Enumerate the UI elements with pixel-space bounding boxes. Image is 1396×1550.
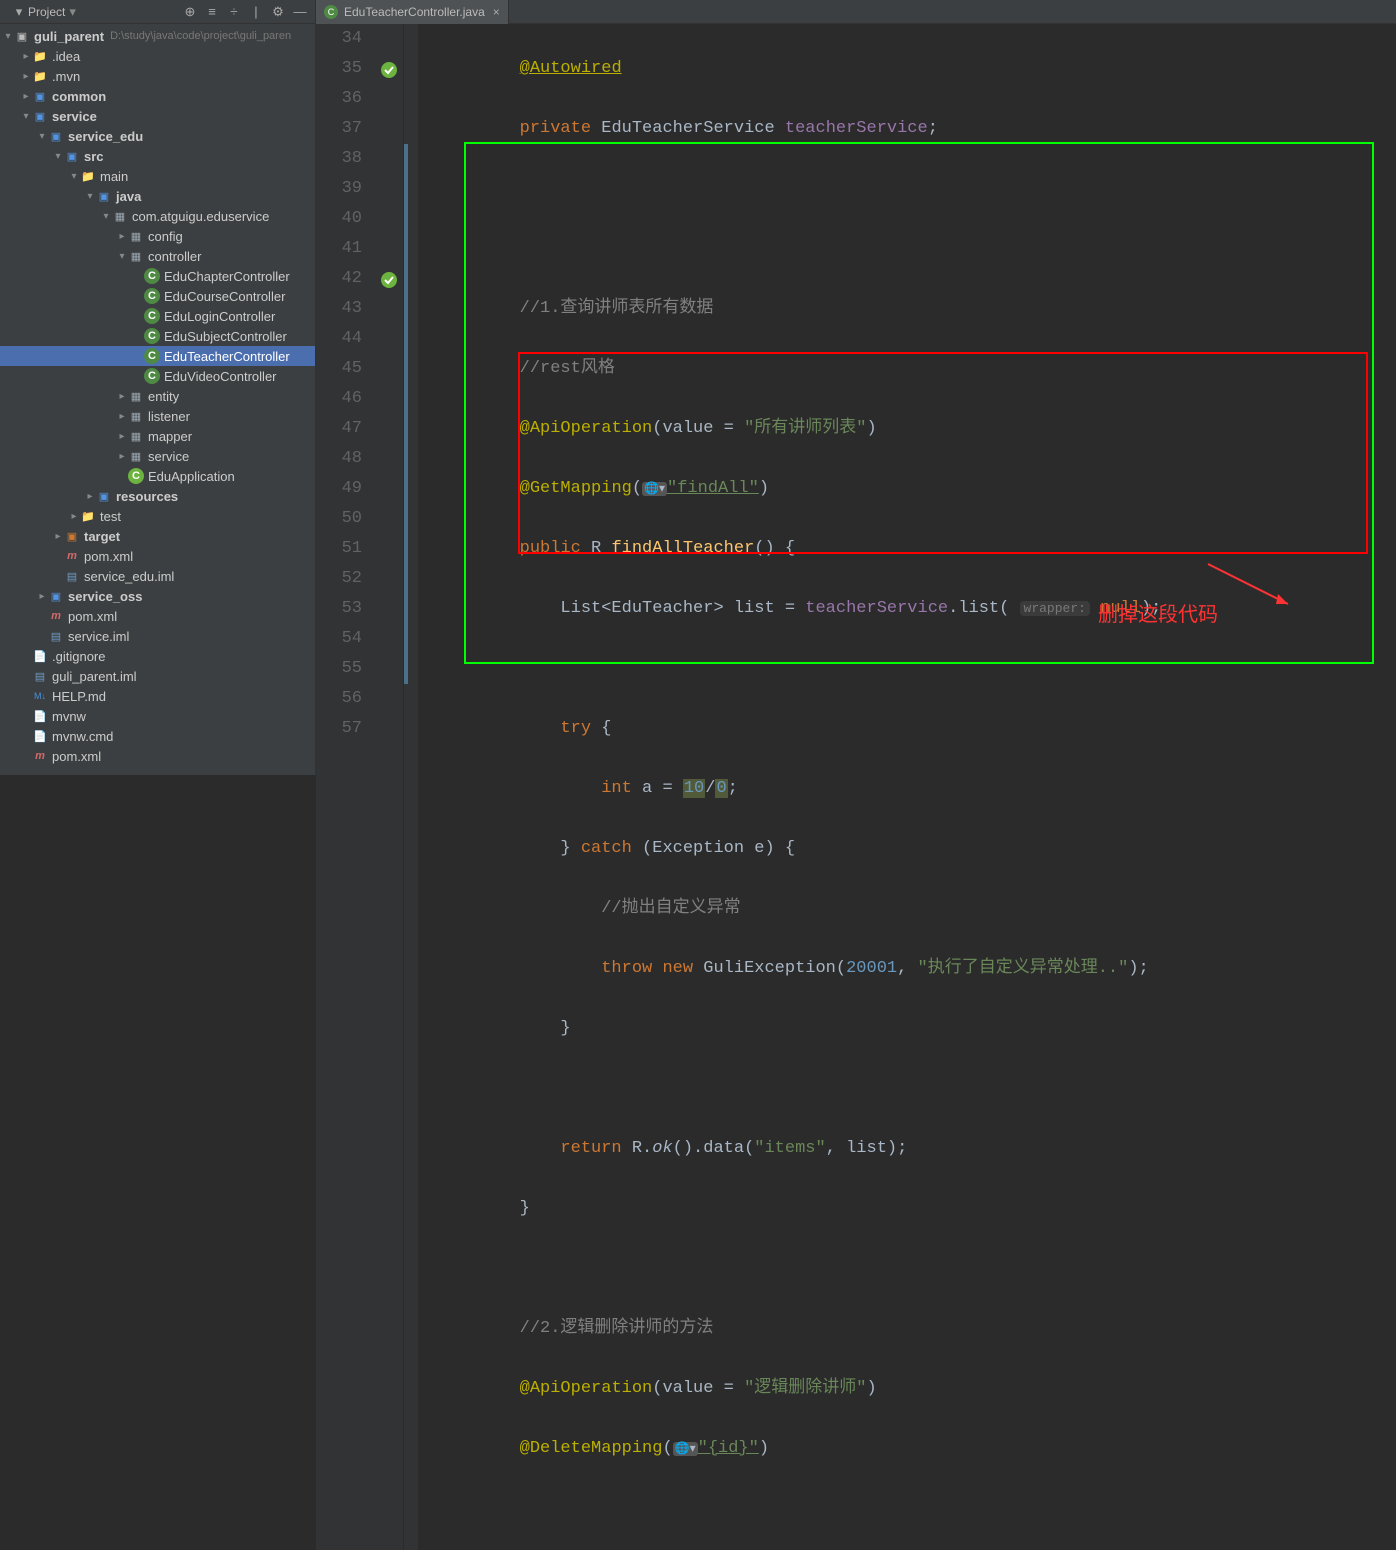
tree-item[interactable]: ▸▣target [0, 526, 315, 546]
globe-icon: 🌐▾ [642, 482, 667, 496]
tree-item[interactable]: ▸▦config [0, 226, 315, 246]
class-icon: C [324, 5, 338, 19]
tree-item[interactable]: CEduVideoController [0, 366, 315, 386]
tree-item[interactable]: 📄.gitignore [0, 646, 315, 666]
tree-item[interactable]: ▤service.iml [0, 626, 315, 646]
tree-item[interactable]: ▸▦listener [0, 406, 315, 426]
tree-item[interactable]: 📄mvnw.cmd [0, 726, 315, 746]
tree-item[interactable]: mpom.xml [0, 546, 315, 566]
fold-bar [404, 24, 418, 1550]
tree-item[interactable]: ▾▦controller [0, 246, 315, 266]
code-editor[interactable]: 3435363738394041424344454647484950515253… [316, 24, 1396, 1550]
green-highlight-box [464, 142, 1374, 664]
tree-item[interactable]: CEduLoginController [0, 306, 315, 326]
chevron-icon: ▾ [69, 4, 76, 20]
annotation-autowired: @Autowired [520, 59, 622, 78]
project-root[interactable]: ▾▣ guli_parent D:\study\java\code\projec… [0, 26, 315, 46]
vcs-marker [404, 144, 408, 684]
tree-item[interactable]: ▾▣src [0, 146, 315, 166]
file-tab[interactable]: C EduTeacherController.java × [316, 0, 509, 24]
tree-item[interactable]: mpom.xml [0, 606, 315, 626]
gear-icon[interactable]: ⚙ [269, 3, 287, 21]
tree-item[interactable]: ▾▣service [0, 106, 315, 126]
tab-label: EduTeacherController.java [344, 5, 485, 19]
target-icon[interactable]: ⊕ [181, 3, 199, 21]
tree-item[interactable]: ▸▣common [0, 86, 315, 106]
tree-item[interactable]: ▤guli_parent.iml [0, 666, 315, 686]
tree-item[interactable]: ▾📁main [0, 166, 315, 186]
editor-tabs: C EduTeacherController.java × [316, 0, 1396, 24]
tree-item[interactable]: CEduTeacherController [0, 346, 315, 366]
collapse-icon[interactable]: ≡ [203, 3, 221, 21]
spring-gutter-icon[interactable] [380, 61, 400, 81]
tree-item[interactable]: ▸▦mapper [0, 426, 315, 446]
tree-item[interactable]: ▾▣service_edu [0, 126, 315, 146]
tree-item[interactable]: ▾▦com.atguigu.eduservice [0, 206, 315, 226]
project-tree[interactable]: ▾▣ guli_parent D:\study\java\code\projec… [0, 24, 315, 775]
tree-item[interactable]: CEduSubjectController [0, 326, 315, 346]
root-path: D:\study\java\code\project\guli_paren [110, 30, 291, 42]
editor-area: C EduTeacherController.java × 3435363738… [316, 0, 1396, 775]
tree-item[interactable]: M↓HELP.md [0, 686, 315, 706]
gutter-marks [376, 24, 404, 1550]
tree-item[interactable]: CEduCourseController [0, 286, 315, 306]
tree-item[interactable]: ▸▣resources [0, 486, 315, 506]
project-arrow-icon[interactable]: ▾ [10, 3, 28, 21]
tree-item[interactable]: ▾▣java [0, 186, 315, 206]
line-gutter: 3435363738394041424344454647484950515253… [316, 24, 376, 1550]
globe-icon: 🌐▾ [673, 1442, 698, 1456]
annotation-label: 删掉这段代码 [1098, 600, 1218, 630]
tree-item[interactable]: ▸📁test [0, 506, 315, 526]
tree-item[interactable]: ▤service_edu.iml [0, 566, 315, 586]
tree-item[interactable]: ▸📁.mvn [0, 66, 315, 86]
separator-icon: | [247, 3, 265, 21]
tree-item[interactable]: ▸📁.idea [0, 46, 315, 66]
tree-item[interactable]: 📄mvnw [0, 706, 315, 726]
close-icon[interactable]: × [493, 5, 500, 19]
project-sidebar: ▾ Project ▾ ⊕ ≡ ÷ | ⚙ — ▾▣ guli_parent D… [0, 0, 316, 775]
minimize-icon[interactable]: — [291, 3, 309, 21]
root-name: guli_parent [34, 29, 104, 44]
sidebar-title: Project [28, 5, 65, 19]
tree-item[interactable]: mpom.xml [0, 746, 315, 766]
divide-icon[interactable]: ÷ [225, 3, 243, 21]
sidebar-header: ▾ Project ▾ ⊕ ≡ ÷ | ⚙ — [0, 0, 315, 24]
tree-item[interactable]: ▸▦entity [0, 386, 315, 406]
tree-item[interactable]: CEduApplication [0, 466, 315, 486]
tree-item[interactable]: ▸▦service [0, 446, 315, 466]
tree-item[interactable]: ▸▣service_oss [0, 586, 315, 606]
tree-item[interactable]: CEduChapterController [0, 266, 315, 286]
source-code[interactable]: @Autowired private EduTeacherService tea… [418, 24, 1396, 1550]
spring-gutter-icon[interactable] [380, 271, 400, 291]
